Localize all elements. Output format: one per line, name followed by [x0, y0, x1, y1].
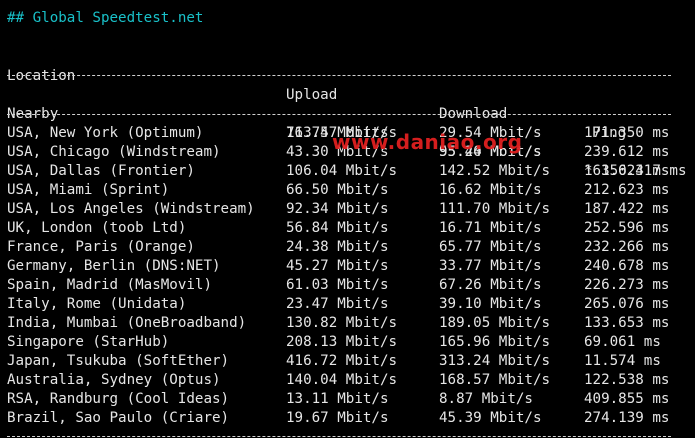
- nearby-divider: [7, 114, 671, 116]
- row-location: USA, New York (Optimum): [7, 125, 204, 141]
- row-upload: 19.67 Mbit/s: [286, 410, 389, 426]
- row-ping: 11.574 ms: [584, 353, 661, 369]
- row-location: Spain, Madrid (MasMovil): [7, 277, 212, 293]
- row-ping: 409.855 ms: [584, 391, 670, 407]
- row-upload: 24.38 Mbit/s: [286, 239, 389, 255]
- row-ping: 226.273 ms: [584, 277, 670, 293]
- row-location: UK, London (toob Ltd): [7, 220, 187, 236]
- row-download: 189.05 Mbit/s: [439, 315, 551, 331]
- row-ping: 163.624 ms: [584, 163, 670, 179]
- row-location: India, Mumbai (OneBroadband): [7, 315, 247, 331]
- row-download: 8.87 Mbit/s: [439, 391, 533, 407]
- row-download: 39.10 Mbit/s: [439, 296, 542, 312]
- row-download: 165.96 Mbit/s: [439, 334, 551, 350]
- row-ping: 122.538 ms: [584, 372, 670, 388]
- row-ping: 252.596 ms: [584, 220, 670, 236]
- row-location: RSA, Randburg (Cool Ideas): [7, 391, 230, 407]
- row-upload: 61.03 Mbit/s: [286, 277, 389, 293]
- row-ping: 265.076 ms: [584, 296, 670, 312]
- row-upload: 23.47 Mbit/s: [286, 296, 389, 312]
- row-download: 16.62 Mbit/s: [439, 182, 542, 198]
- row-location: France, Paris (Orange): [7, 239, 195, 255]
- row-ping: 69.061 ms: [584, 334, 661, 350]
- row-ping: 187.422 ms: [584, 201, 670, 217]
- row-ping: 212.623 ms: [584, 182, 670, 198]
- row-upload: 92.34 Mbit/s: [286, 201, 389, 217]
- row-download: 142.52 Mbit/s: [439, 163, 551, 179]
- row-upload: 130.82 Mbit/s: [286, 315, 398, 331]
- row-ping: 171.350 ms: [584, 125, 670, 141]
- terminal-window: ## Global Speedtest.net Location Upload …: [0, 0, 695, 438]
- row-upload: 66.50 Mbit/s: [286, 182, 389, 198]
- header-upload: Upload: [286, 87, 338, 103]
- row-location: Germany, Berlin (DNS:NET): [7, 258, 221, 274]
- speedtest-title: ## Global Speedtest.net: [7, 10, 204, 26]
- row-download: 16.71 Mbit/s: [439, 220, 542, 236]
- nearby-row: Nearby 113.57 Mbit/s 95.40 Mbit/s * 150.…: [0, 86, 687, 179]
- row-location: USA, Chicago (Windstream): [7, 144, 221, 160]
- row-location: USA, Miami (Sprint): [7, 182, 170, 198]
- row-location: USA, Dallas (Frontier): [7, 163, 195, 179]
- row-ping: 232.266 ms: [584, 239, 670, 255]
- row-upload: 208.13 Mbit/s: [286, 334, 398, 350]
- row-upload: 13.11 Mbit/s: [286, 391, 389, 407]
- row-download: 168.57 Mbit/s: [439, 372, 551, 388]
- row-location: Italy, Rome (Unidata): [7, 296, 187, 312]
- row-upload: 140.04 Mbit/s: [286, 372, 398, 388]
- row-upload: 56.84 Mbit/s: [286, 220, 389, 236]
- row-download: 67.26 Mbit/s: [439, 277, 542, 293]
- row-download: 45.39 Mbit/s: [439, 410, 542, 426]
- header-divider: [7, 75, 671, 77]
- row-upload: 106.04 Mbit/s: [286, 163, 398, 179]
- row-download: 313.24 Mbit/s: [439, 353, 551, 369]
- row-ping: 274.139 ms: [584, 410, 670, 426]
- row-ping: 239.612 ms: [584, 144, 670, 160]
- row-ping: 240.678 ms: [584, 258, 670, 274]
- row-download: 65.77 Mbit/s: [439, 239, 542, 255]
- row-download: 33.77 Mbit/s: [439, 258, 542, 274]
- row-location: Brazil, Sao Paulo (Criare): [7, 410, 230, 426]
- row-location: Australia, Sydney (Optus): [7, 372, 221, 388]
- row-download: 111.70 Mbit/s: [439, 201, 551, 217]
- site-watermark: www.daniao.org: [332, 130, 523, 154]
- table-header-row: Location Upload Download Ping: [0, 48, 626, 141]
- row-location: Singapore (StarHub): [7, 334, 170, 350]
- row-upload: 45.27 Mbit/s: [286, 258, 389, 274]
- row-upload: 416.72 Mbit/s: [286, 353, 398, 369]
- row-location: Japan, Tsukuba (SoftEther): [7, 353, 230, 369]
- row-location: USA, Los Angeles (Windstream): [7, 201, 255, 217]
- row-ping: 133.653 ms: [584, 315, 670, 331]
